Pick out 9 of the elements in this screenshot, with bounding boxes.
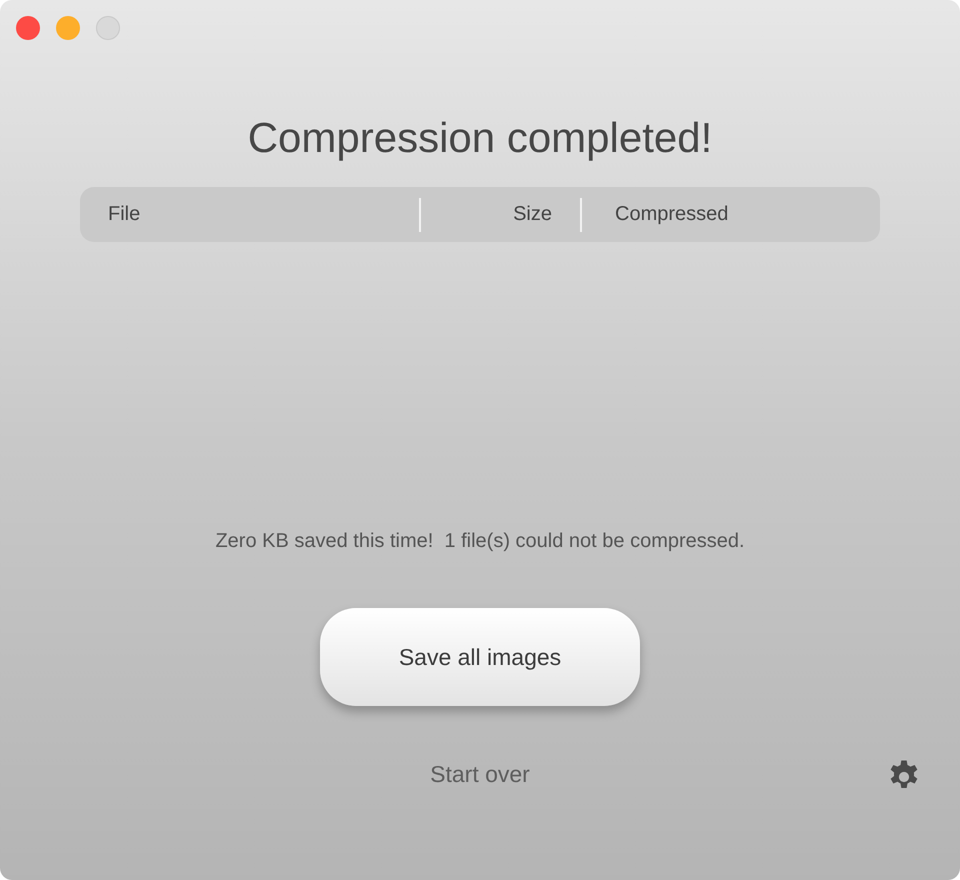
minimize-window-button[interactable] xyxy=(56,16,80,40)
column-header[interactable]: Compressed xyxy=(615,203,728,226)
column-header[interactable]: Size xyxy=(513,203,552,226)
result-message: Zero KB saved this time! 1 file(s) could not be compressed. xyxy=(215,530,745,553)
status-title: Compression completed! xyxy=(248,113,712,163)
save-button[interactable]: Save all images xyxy=(320,608,640,706)
close-window-button[interactable] xyxy=(16,16,40,40)
start-over-link[interactable]: Start over xyxy=(430,761,530,788)
column-header[interactable]: File xyxy=(108,203,140,226)
